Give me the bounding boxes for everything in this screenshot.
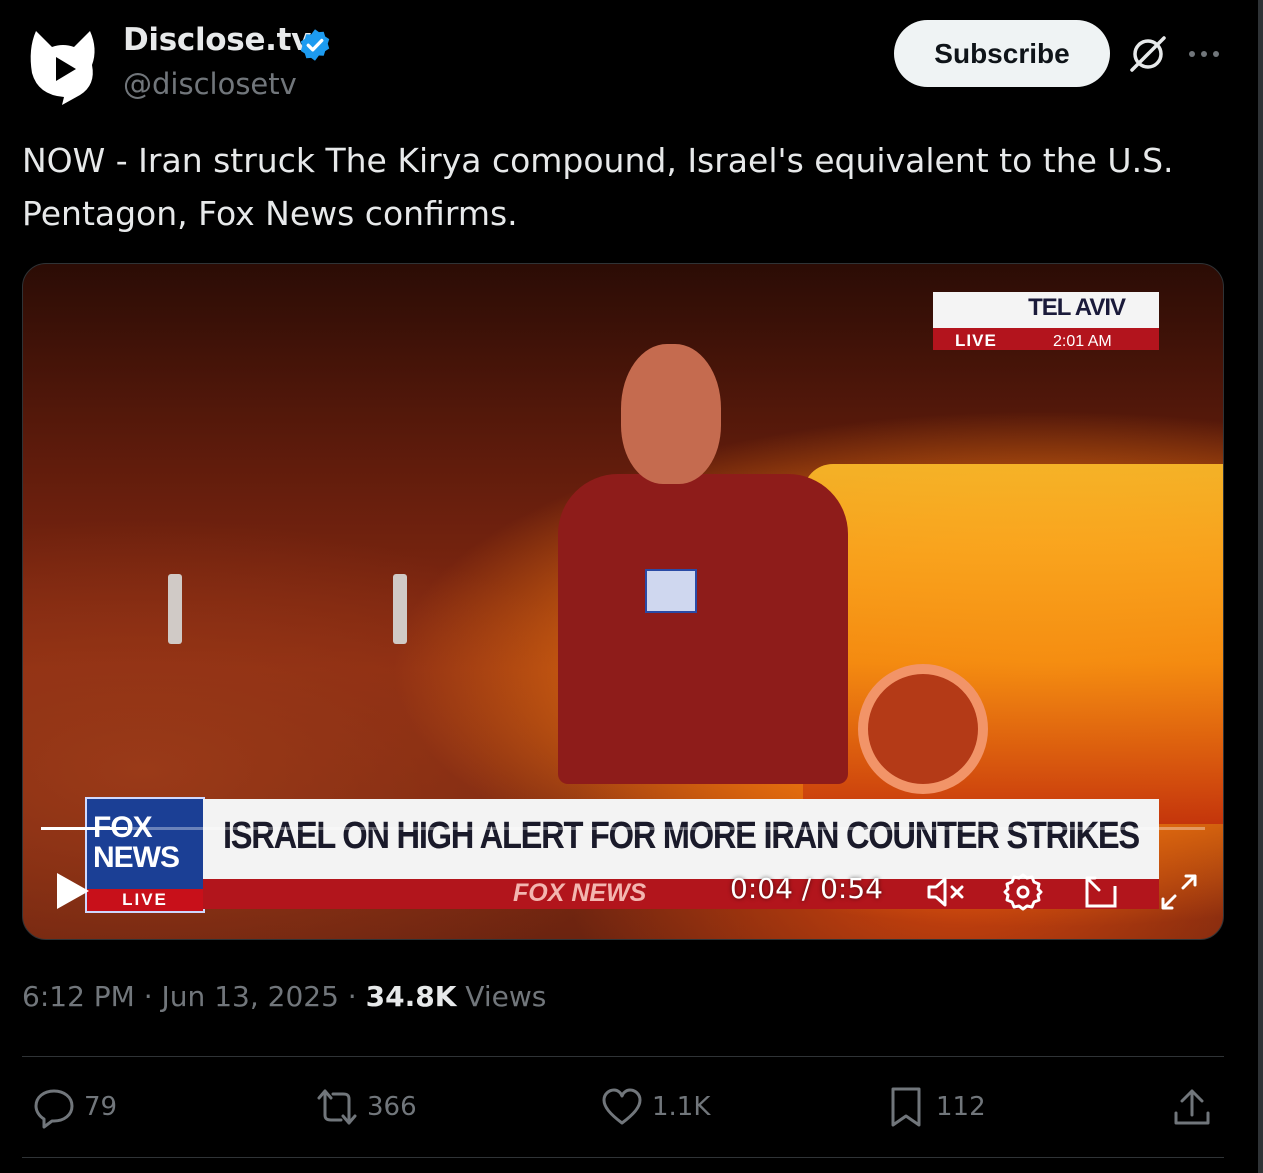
video-scene-microphone xyxy=(645,569,697,613)
bookmark-button[interactable]: 112 xyxy=(884,1085,986,1129)
location-city: TEL AVIV xyxy=(1028,294,1126,321)
video-progress-bar[interactable] xyxy=(41,827,1205,830)
display-name[interactable]: Disclose.tv xyxy=(123,22,311,58)
chyron-headline: ISRAEL ON HIGH ALERT FOR MORE IRAN COUNT… xyxy=(223,815,1140,857)
network-live-label: LIVE xyxy=(87,889,203,911)
reply-icon xyxy=(34,1089,74,1129)
reply-count: 79 xyxy=(84,1092,118,1122)
video-scene-wheel xyxy=(858,664,988,794)
location-badge: TEL AVIV LIVE 2:01 AM xyxy=(933,292,1159,350)
repost-icon xyxy=(317,1089,357,1125)
tweet-date[interactable]: Jun 13, 2025 xyxy=(162,980,339,1013)
location-live-label: LIVE xyxy=(955,331,997,350)
reply-button[interactable]: 79 xyxy=(32,1085,117,1129)
like-icon xyxy=(602,1088,642,1125)
like-button[interactable]: 1.1K xyxy=(600,1085,710,1129)
like-count: 1.1K xyxy=(652,1092,711,1122)
location-time: 2:01 AM xyxy=(1053,333,1112,350)
tweet-text: NOW - Iran struck The Kirya compound, Is… xyxy=(22,141,1174,233)
handle[interactable]: @disclosetv xyxy=(123,67,297,101)
video-time-display: 0:04 / 0:54 xyxy=(730,872,883,905)
play-icon[interactable] xyxy=(53,869,93,913)
verified-badge-icon[interactable] xyxy=(297,27,333,63)
views-count: 34.8K xyxy=(365,980,457,1013)
share-icon xyxy=(1174,1089,1210,1125)
disclosetv-logo-icon[interactable] xyxy=(22,25,104,107)
repost-count: 366 xyxy=(367,1092,417,1122)
video-player[interactable]: TEL AVIV LIVE 2:01 AM FOX NEWS LIVE ISRA… xyxy=(22,263,1224,940)
network-logo: FOX NEWS LIVE xyxy=(85,797,205,913)
tweet-time[interactable]: 6:12 PM xyxy=(22,980,135,1013)
bookmark-count: 112 xyxy=(936,1092,986,1122)
divider xyxy=(22,1056,1224,1057)
meta-separator: · xyxy=(143,980,153,1013)
chyron: ISRAEL ON HIGH ALERT FOR MORE IRAN COUNT… xyxy=(203,799,1159,879)
video-scene-bollard xyxy=(393,574,407,644)
tweet-meta: 6:12 PM · Jun 13, 2025 · 34.8K Views xyxy=(22,980,546,1013)
divider xyxy=(22,1157,1224,1158)
bookmark-icon xyxy=(891,1087,921,1127)
subscribe-button[interactable]: Subscribe xyxy=(894,20,1110,87)
chyron-brand: FOX NEWS xyxy=(513,879,647,907)
share-button[interactable] xyxy=(1170,1085,1222,1129)
more-icon[interactable] xyxy=(1184,44,1224,64)
mute-icon[interactable] xyxy=(923,870,967,914)
repost-button[interactable]: 366 xyxy=(315,1085,417,1129)
video-scene-reporter-head xyxy=(621,344,721,484)
settings-gear-icon[interactable] xyxy=(1001,870,1045,914)
network-logo-text: FOX NEWS xyxy=(93,813,180,874)
meta-separator: · xyxy=(347,980,357,1013)
grok-icon[interactable] xyxy=(1126,32,1170,76)
views-label: Views xyxy=(465,980,547,1013)
video-progress-fill xyxy=(41,827,128,830)
network-logo-line2: NEWS xyxy=(93,841,180,874)
fullscreen-icon[interactable] xyxy=(1157,870,1201,914)
page-edge xyxy=(1258,0,1263,1173)
pip-icon[interactable] xyxy=(1079,870,1123,914)
video-scene-bollard xyxy=(168,574,182,644)
video-scene-reporter xyxy=(558,474,848,784)
video-scene-truck xyxy=(803,464,1223,824)
location-live-strip: LIVE 2:01 AM xyxy=(933,328,1159,350)
